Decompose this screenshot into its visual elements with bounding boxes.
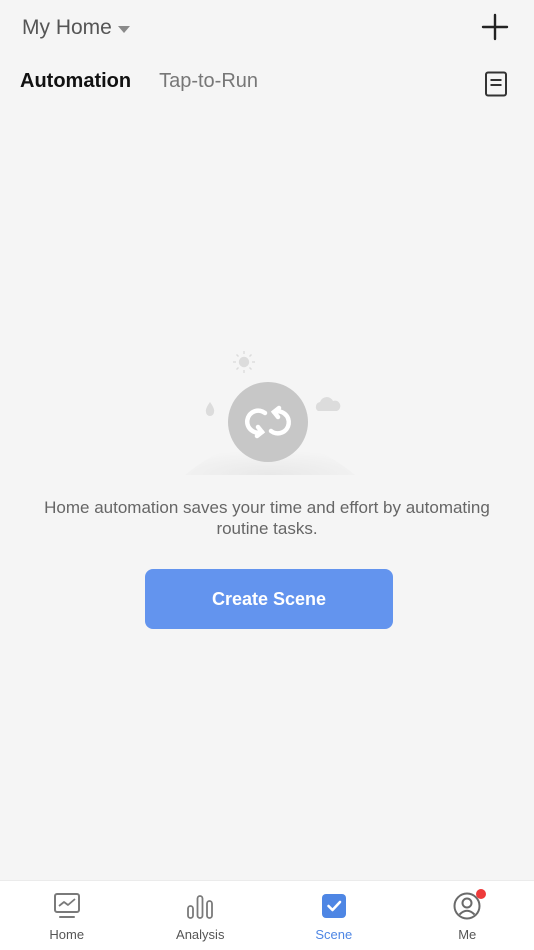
nav-label-me: Me bbox=[458, 927, 477, 942]
avatar bbox=[452, 889, 487, 921]
checkbox-icon bbox=[321, 894, 346, 918]
tab-tap-to-run[interactable]: Tap-to-Run bbox=[159, 70, 258, 93]
plus-icon bbox=[481, 13, 509, 41]
sun-icon bbox=[233, 351, 255, 373]
document-icon bbox=[485, 71, 507, 97]
empty-state-illustration bbox=[185, 351, 355, 475]
nav-item-home[interactable]: Home bbox=[0, 881, 134, 950]
home-name: My Home bbox=[22, 16, 112, 39]
nav-label-analysis: Analysis bbox=[176, 927, 225, 942]
nav-item-analysis[interactable]: Analysis bbox=[134, 881, 268, 950]
scene-tabs: Automation Tap-to-Run bbox=[20, 70, 258, 93]
empty-state-message: Home automation saves your time and effo… bbox=[44, 498, 490, 538]
nav-label-home: Home bbox=[49, 927, 85, 942]
raindrop-icon bbox=[205, 402, 215, 416]
add-button[interactable] bbox=[480, 12, 510, 42]
home-selector[interactable]: My Home bbox=[22, 14, 130, 42]
nav-item-scene[interactable]: Scene bbox=[267, 881, 401, 950]
scene-screen: My Home Automation Tap-to-Run Home autom… bbox=[0, 0, 534, 950]
tab-automation[interactable]: Automation bbox=[20, 70, 131, 93]
chevron-down-icon bbox=[117, 25, 130, 33]
create-scene-button[interactable]: Create Scene bbox=[145, 569, 393, 629]
bar-chart-icon bbox=[187, 895, 214, 919]
monitor-icon bbox=[53, 893, 80, 918]
nav-item-me[interactable]: Me bbox=[401, 881, 534, 950]
cloud-icon bbox=[315, 397, 341, 411]
notification-badge bbox=[476, 889, 487, 899]
log-button[interactable] bbox=[482, 70, 510, 98]
nav-label-scene: Scene bbox=[315, 927, 353, 942]
bottom-nav: Home Analysis Scene Me bbox=[0, 880, 534, 950]
